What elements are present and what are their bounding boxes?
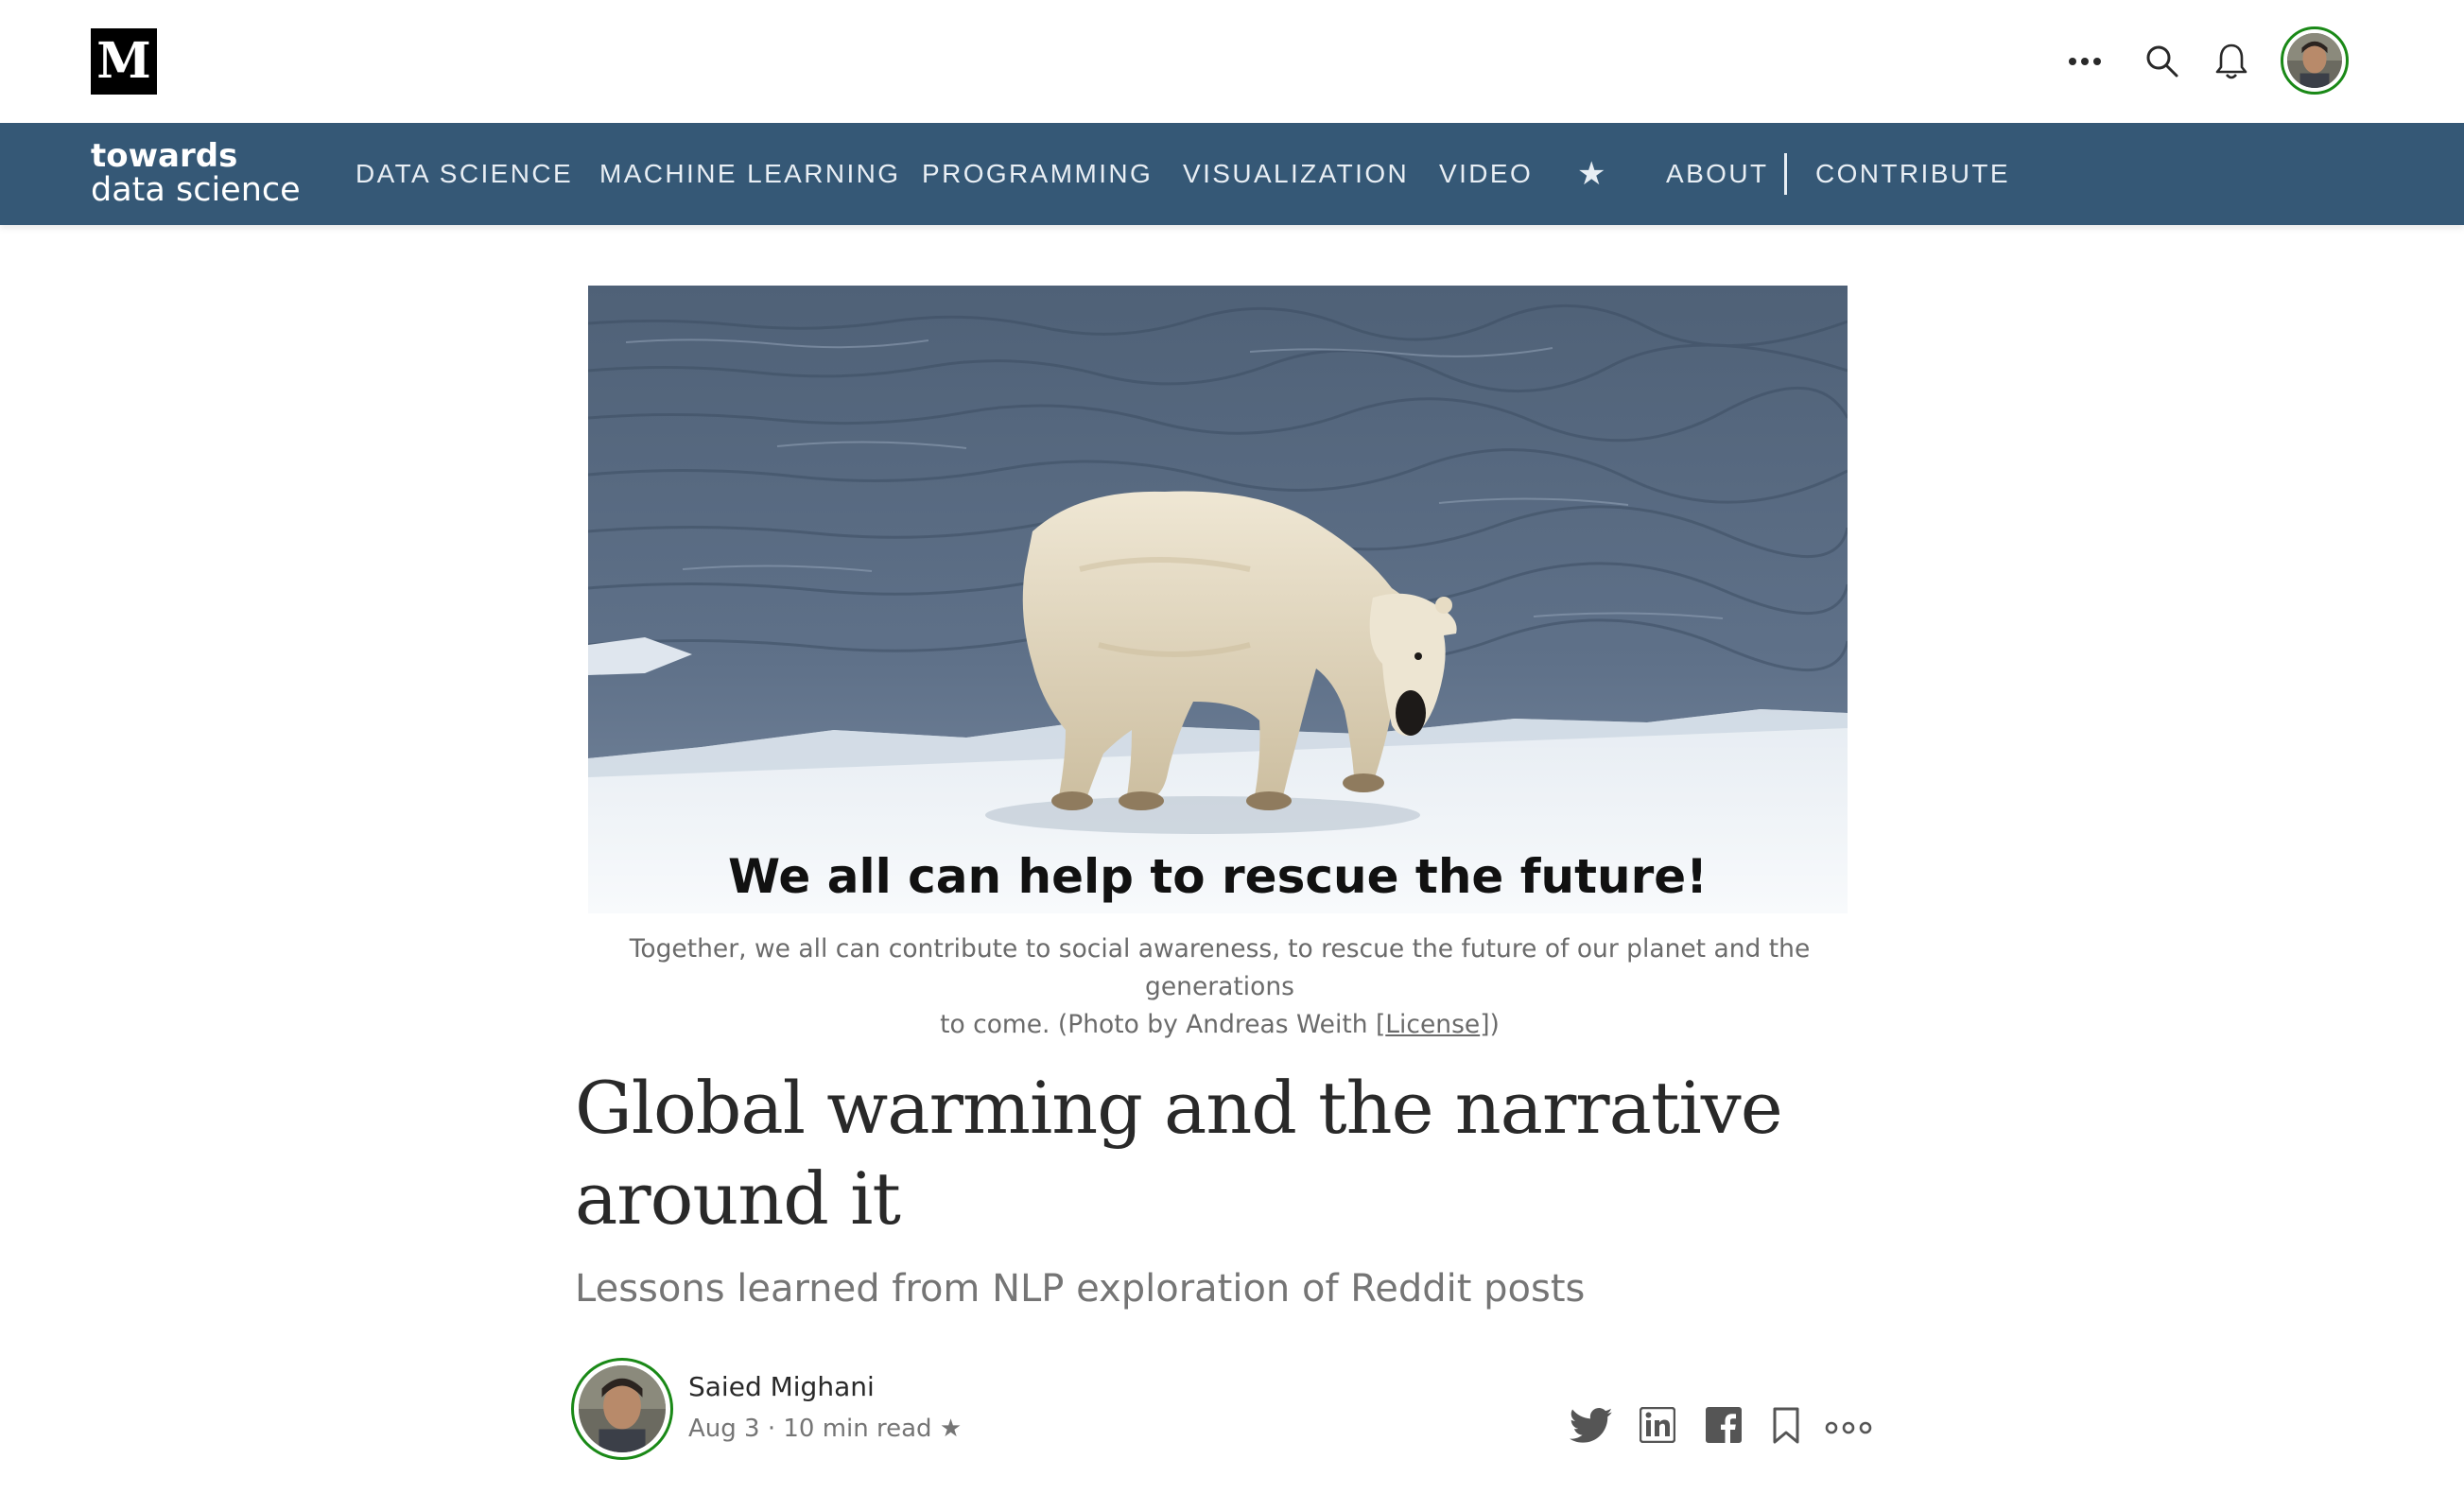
twitter-icon[interactable]	[1569, 1407, 1613, 1449]
caption-line-2-prefix: to come. (Photo by Andreas Weith [	[940, 1010, 1386, 1039]
more-options-article-icon[interactable]	[1825, 1418, 1872, 1441]
user-avatar[interactable]	[2281, 26, 2349, 95]
brand-line-2: data science	[91, 171, 301, 209]
bell-icon[interactable]	[2212, 42, 2250, 81]
linkedin-icon[interactable]	[1639, 1406, 1676, 1447]
nav-item-about[interactable]: ABOUT	[1666, 123, 1768, 225]
license-link[interactable]: License	[1385, 1010, 1480, 1039]
search-icon[interactable]	[2144, 43, 2180, 79]
brand-line-1: towards	[91, 137, 238, 175]
towards-data-science-logo[interactable]: towards data science	[91, 140, 301, 207]
title-line-2: around it	[575, 1156, 901, 1241]
caption-line-2-suffix: ])	[1480, 1010, 1500, 1039]
author-name[interactable]: Saied Mighani	[688, 1371, 875, 1402]
nav-item-data-science[interactable]: DATA SCIENCE	[356, 123, 573, 225]
nav-divider	[1784, 153, 1787, 195]
nav-item-star-icon[interactable]: ★	[1577, 123, 1608, 225]
nav-item-visualization[interactable]: VISUALIZATION	[1183, 123, 1409, 225]
article-meta: Aug 3 · 10 min read ★	[688, 1415, 963, 1443]
article-title: Global warming and the narrative around …	[575, 1063, 1804, 1244]
hero-caption: Together, we all can contribute to socia…	[567, 930, 1872, 1044]
nav-item-machine-learning[interactable]: MACHINE LEARNING	[599, 123, 900, 225]
caption-line-1: Together, we all can contribute to socia…	[629, 934, 1811, 1001]
nav-item-video[interactable]: VIDEO	[1439, 123, 1533, 225]
publication-navbar: towards data science DATA SCIENCE MACHIN…	[0, 123, 2464, 225]
hero-overlay-text: We all can help to rescue the future!	[728, 849, 1708, 904]
hero-image: We all can help to rescue the future!	[588, 286, 1848, 913]
nav-item-programming[interactable]: PROGRAMMING	[922, 123, 1153, 225]
title-line-1: Global warming and the narrative	[575, 1066, 1783, 1150]
bookmark-icon[interactable]	[1772, 1407, 1800, 1449]
facebook-icon[interactable]	[1706, 1407, 1742, 1447]
author-avatar[interactable]	[571, 1358, 673, 1460]
more-options-icon[interactable]	[2066, 47, 2104, 76]
medium-logo[interactable]: M	[91, 28, 157, 95]
article-subtitle: Lessons learned from NLP exploration of …	[575, 1267, 1586, 1311]
top-bar: M	[0, 0, 2464, 123]
nav-item-contribute[interactable]: CONTRIBUTE	[1815, 123, 2010, 225]
